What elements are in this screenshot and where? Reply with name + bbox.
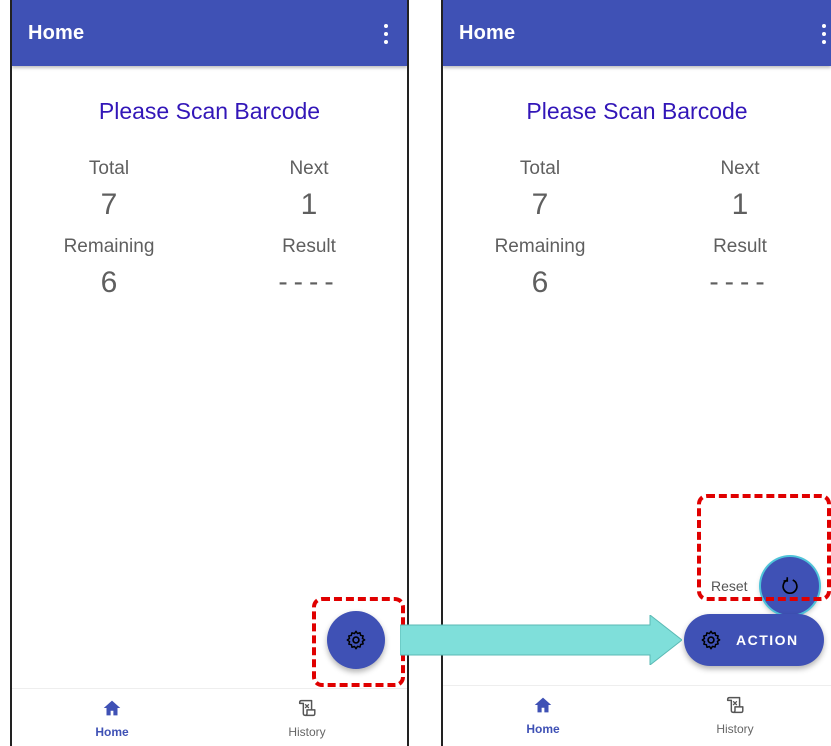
nav-home[interactable]: Home [493, 694, 593, 736]
stat-remaining: Remaining 6 [34, 236, 184, 300]
overflow-menu-icon[interactable] [383, 24, 389, 44]
stat-total: Total 7 [34, 158, 184, 222]
highlight-reset-fab [697, 494, 831, 601]
stat-result-label: Result [282, 236, 336, 257]
stat-next: Next 1 [234, 158, 384, 222]
nav-home[interactable]: Home [62, 697, 162, 739]
action-button-label: ACTION [736, 632, 799, 648]
nav-history[interactable]: History [685, 694, 785, 736]
stat-total-value: 7 [531, 188, 549, 221]
history-icon [726, 696, 744, 714]
nav-home-label: Home [95, 725, 129, 739]
stat-total-label: Total [88, 158, 130, 179]
stat-remaining: Remaining 6 [465, 236, 615, 300]
history-icon [298, 699, 316, 717]
stat-next: Next 1 [665, 158, 815, 222]
bottom-navigation: Home History [12, 688, 407, 746]
stat-remaining-label: Remaining [494, 236, 586, 257]
gear-icon [701, 630, 721, 650]
stat-remaining-label: Remaining [63, 236, 155, 257]
action-button[interactable]: ACTION [684, 614, 824, 666]
app-bar-title: Home [459, 22, 516, 44]
stat-result-value: ---- [278, 266, 340, 297]
stat-next-label: Next [289, 158, 329, 179]
stat-total-value: 7 [100, 188, 118, 221]
stat-next-label: Next [720, 158, 760, 179]
stat-next-value: 1 [300, 188, 318, 221]
stat-total: Total 7 [465, 158, 615, 222]
home-icon [534, 697, 552, 713]
stat-total-label: Total [519, 158, 561, 179]
nav-home-label: Home [526, 722, 560, 736]
stat-remaining-value: 6 [100, 266, 118, 299]
nav-history-label: History [288, 725, 326, 739]
stat-result-label: Result [713, 236, 767, 257]
stat-result-value: ---- [709, 266, 771, 297]
highlight-settings-fab [312, 597, 405, 687]
nav-history-label: History [716, 722, 754, 736]
overflow-menu-icon[interactable] [821, 24, 827, 44]
stat-result: Result ---- [234, 236, 384, 298]
home-icon [103, 700, 121, 716]
transition-arrow [400, 615, 682, 665]
app-bar-title: Home [28, 22, 85, 44]
scan-prompt: Please Scan Barcode [526, 98, 748, 124]
nav-history[interactable]: History [257, 697, 357, 739]
app-bar: Home [443, 0, 831, 66]
stat-next-value: 1 [731, 188, 749, 221]
bottom-navigation: Home History [443, 685, 831, 746]
stat-remaining-value: 6 [531, 266, 549, 299]
scan-prompt: Please Scan Barcode [98, 98, 321, 124]
app-bar: Home [12, 0, 407, 66]
stat-result: Result ---- [665, 236, 815, 298]
